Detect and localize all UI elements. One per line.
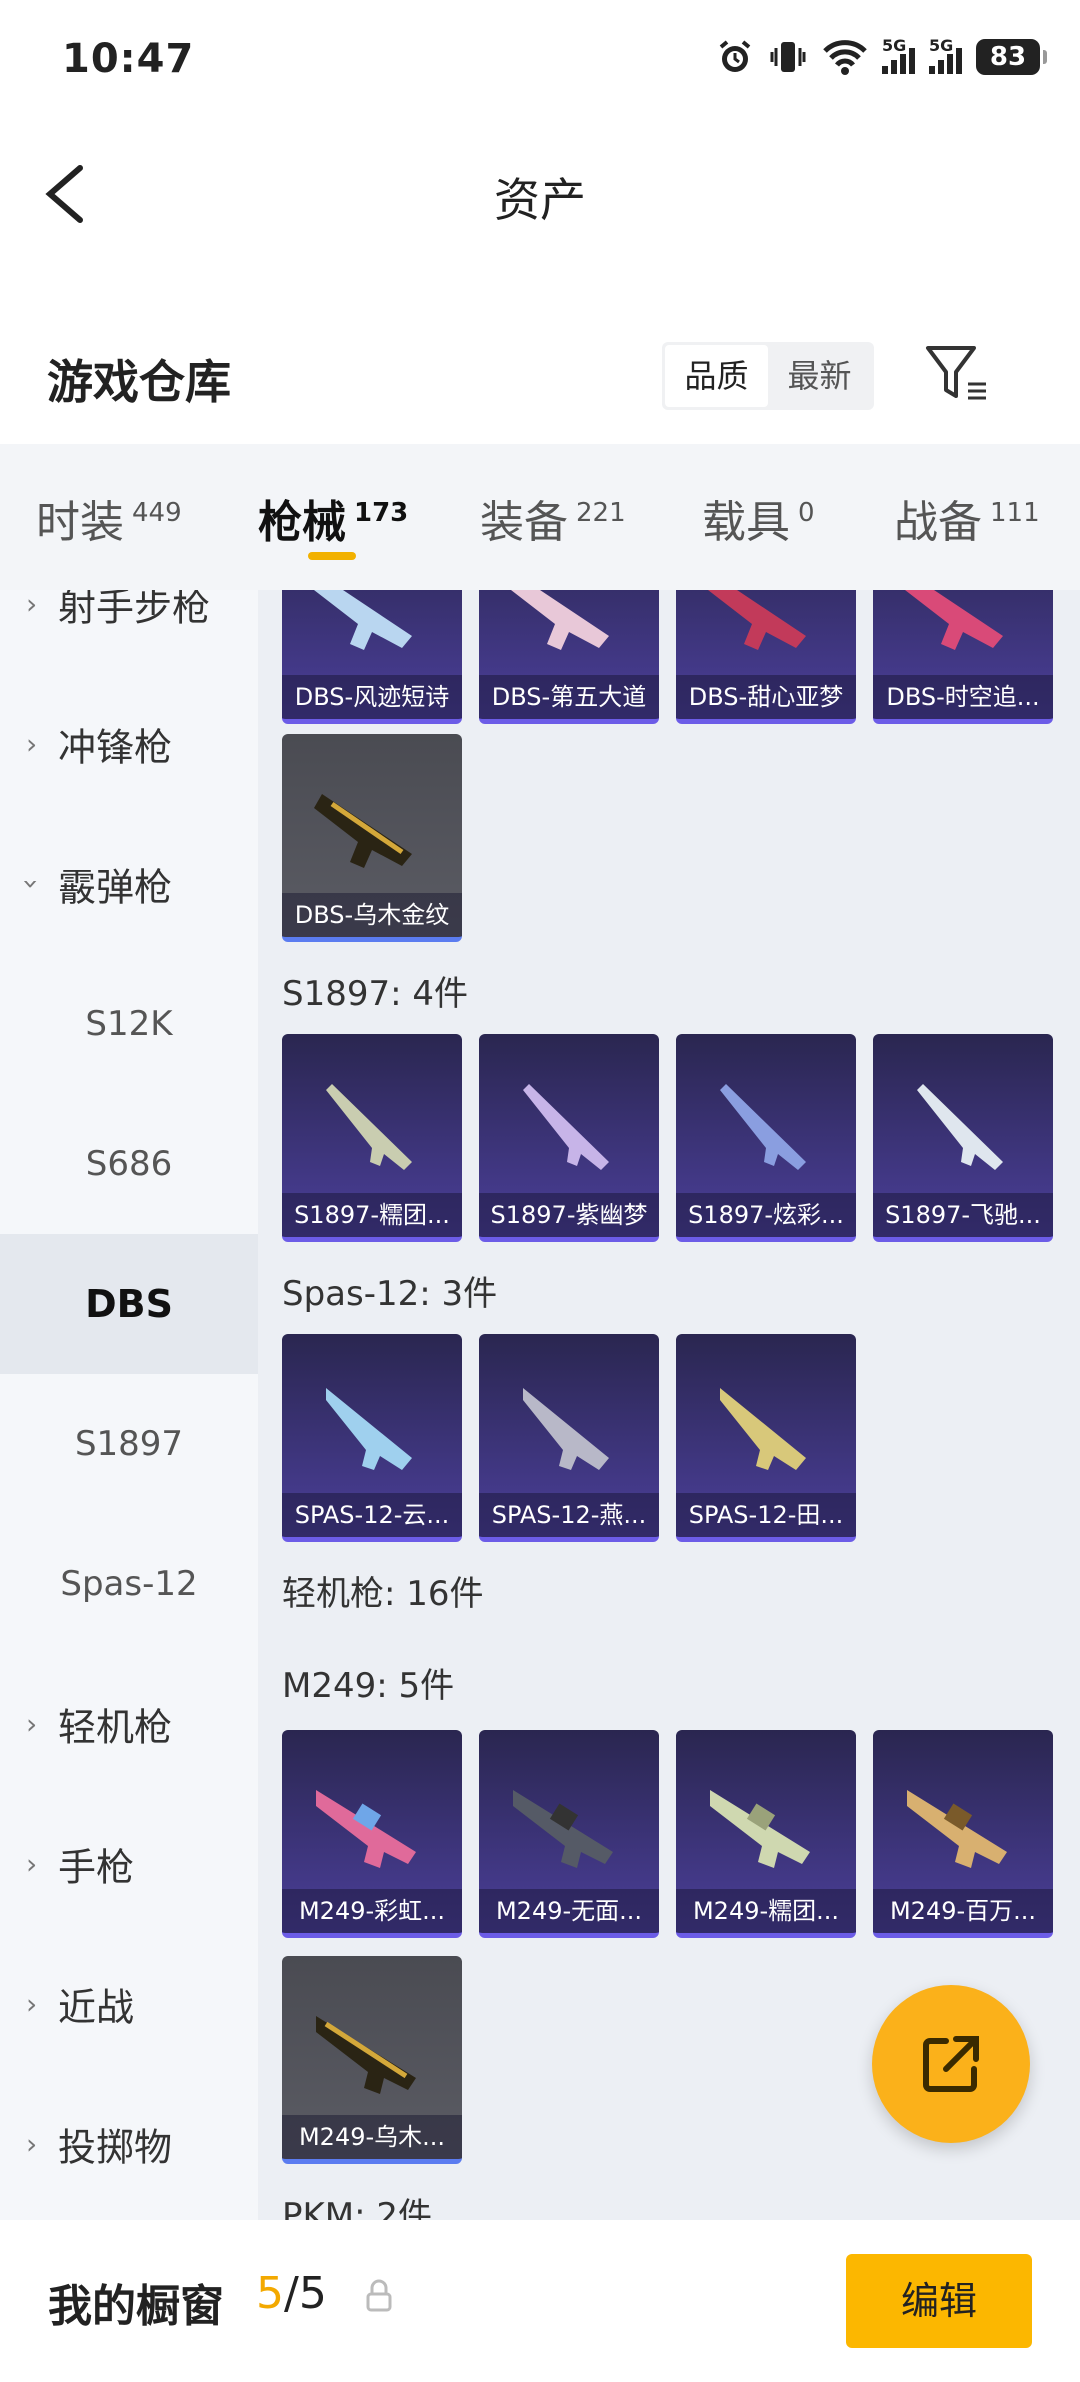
weapon-card[interactable]: DBS-风迹短诗	[282, 590, 462, 724]
weapon-card[interactable]: M249-乌木...	[282, 1956, 462, 2164]
section-header-pkm: PKM: 2件	[282, 2196, 433, 2220]
machine-gun-icon	[316, 1790, 416, 1868]
status-time: 10:47	[62, 36, 195, 82]
machine-gun-icon	[513, 1790, 613, 1868]
showcase-bar: 我的橱窗 5/5 编辑	[0, 2220, 1080, 2382]
chevron-right-icon: ›	[26, 727, 38, 761]
weapon-card[interactable]: S1897-炫彩...	[676, 1034, 856, 1242]
active-tab-indicator	[308, 552, 356, 560]
showcase-label: 我的橱窗	[48, 2281, 224, 2332]
shotgun-icon	[511, 590, 609, 650]
chevron-down-icon: ›	[15, 878, 49, 890]
shotgun-icon	[523, 1084, 609, 1170]
warehouse-title: 游戏仓库	[47, 355, 231, 409]
tab-supplies[interactable]: 战备 111	[894, 486, 1040, 550]
wifi-icon	[823, 40, 867, 75]
weapon-card[interactable]: DBS-甜心亚梦	[676, 590, 856, 724]
machine-gun-icon	[710, 1790, 810, 1868]
weapon-card[interactable]: S1897-紫幽梦	[479, 1034, 659, 1242]
sidebar-item-pistol[interactable]: › 手枪	[0, 1794, 258, 1934]
weapon-category-sidebar: › 射手步枪 › 冲锋枪 › 霰弹枪 S12K S686 DBS S1897 Spas…	[0, 590, 258, 2220]
showcase-count: 5/5	[256, 2268, 327, 2319]
chevron-right-icon: ›	[26, 1847, 38, 1881]
machine-gun-icon	[316, 2016, 416, 2094]
sidebar-item-melee[interactable]: › 近战	[0, 1934, 258, 2074]
status-icons: 5G 5G 83	[716, 36, 1047, 76]
weapon-card[interactable]: S1897-糯团...	[282, 1034, 462, 1242]
tab-guns[interactable]: 枪械 173	[258, 486, 408, 550]
signal-icon: 5G	[882, 36, 915, 74]
section-header-lmg: 轻机枪: 16件	[282, 1574, 484, 1614]
sidebar-item-smg[interactable]: › 冲锋枪	[0, 674, 258, 814]
chevron-right-icon: ›	[26, 1707, 38, 1741]
weapon-card[interactable]: S1897-飞驰...	[873, 1034, 1053, 1242]
weapon-card[interactable]: SPAS-12-云...	[282, 1334, 462, 1542]
signal-icon-2: 5G	[929, 36, 962, 74]
category-tabs: 时装 449 枪械 173 装备 221 载具 0 战备 111	[0, 444, 1080, 590]
section-header-m249: M249: 5件	[282, 1666, 455, 1706]
shotgun-icon	[708, 590, 806, 650]
chevron-right-icon: ›	[26, 1987, 38, 2021]
lock-icon	[366, 2279, 392, 2312]
shotgun-icon	[523, 1388, 609, 1470]
weapon-grid: DBS-风迹短诗 DBS-第五大道 DBS-甜心亚梦 DBS-时空追... DB…	[258, 590, 1080, 2220]
weapon-card[interactable]: M249-糯团...	[676, 1730, 856, 1938]
shotgun-icon	[326, 1084, 412, 1170]
app-header: 资产	[0, 120, 1080, 260]
sidebar-item-marksman[interactable]: › 射手步枪	[0, 590, 258, 674]
section-header-spas12: Spas-12: 3件	[282, 1274, 498, 1314]
chevron-right-icon: ›	[26, 590, 38, 621]
sidebar-item-s1897[interactable]: S1897	[0, 1374, 258, 1514]
tab-fashion[interactable]: 时装 449	[36, 486, 182, 550]
sort-quality[interactable]: 品质	[665, 345, 768, 407]
sidebar-item-shotgun[interactable]: › 霰弹枪	[0, 814, 258, 954]
alarm-icon	[719, 40, 751, 72]
sidebar-item-s686[interactable]: S686	[0, 1094, 258, 1234]
status-bar: 10:47 5G 5G 83	[0, 0, 1080, 120]
filter-icon[interactable]	[924, 344, 990, 404]
share-icon	[923, 2036, 979, 2092]
sidebar-item-throwable[interactable]: › 投掷物	[0, 2074, 258, 2214]
shotgun-icon	[720, 1084, 806, 1170]
shotgun-icon	[314, 794, 412, 868]
weapon-card[interactable]: DBS-第五大道	[479, 590, 659, 724]
sidebar-item-spas12[interactable]: Spas-12	[0, 1514, 258, 1654]
weapon-card[interactable]: DBS-乌木金纹	[282, 734, 462, 942]
edit-button[interactable]: 编辑	[846, 2254, 1032, 2348]
sort-toggle: 品质 最新	[662, 342, 874, 410]
weapon-card[interactable]: SPAS-12-燕...	[479, 1334, 659, 1542]
weapon-card[interactable]: M249-无面...	[479, 1730, 659, 1938]
weapon-card[interactable]: M249-彩虹...	[282, 1730, 462, 1938]
shotgun-icon	[326, 1388, 412, 1470]
machine-gun-icon	[907, 1790, 1007, 1868]
weapon-card[interactable]: SPAS-12-田...	[676, 1334, 856, 1542]
shotgun-icon	[917, 1084, 1003, 1170]
weapon-card[interactable]: M249-百万...	[873, 1730, 1053, 1938]
sidebar-item-dbs[interactable]: DBS	[0, 1234, 258, 1374]
shotgun-icon	[720, 1388, 806, 1470]
vibrate-icon	[770, 42, 806, 72]
page-title: 资产	[494, 173, 586, 227]
shotgun-icon	[314, 590, 412, 650]
shotgun-icon	[905, 590, 1003, 650]
sidebar-item-lmg[interactable]: › 轻机枪	[0, 1654, 258, 1794]
tab-equipment[interactable]: 装备 221	[480, 486, 626, 550]
tab-vehicles[interactable]: 载具 0	[702, 486, 815, 550]
share-button[interactable]	[872, 1985, 1030, 2143]
chevron-right-icon: ›	[26, 2127, 38, 2161]
sort-latest[interactable]: 最新	[768, 345, 871, 407]
section-header-s1897: S1897: 4件	[282, 974, 469, 1014]
weapon-card[interactable]: DBS-时空追...	[873, 590, 1053, 724]
battery-indicator: 83	[976, 39, 1047, 75]
sidebar-item-s12k[interactable]: S12K	[0, 954, 258, 1094]
